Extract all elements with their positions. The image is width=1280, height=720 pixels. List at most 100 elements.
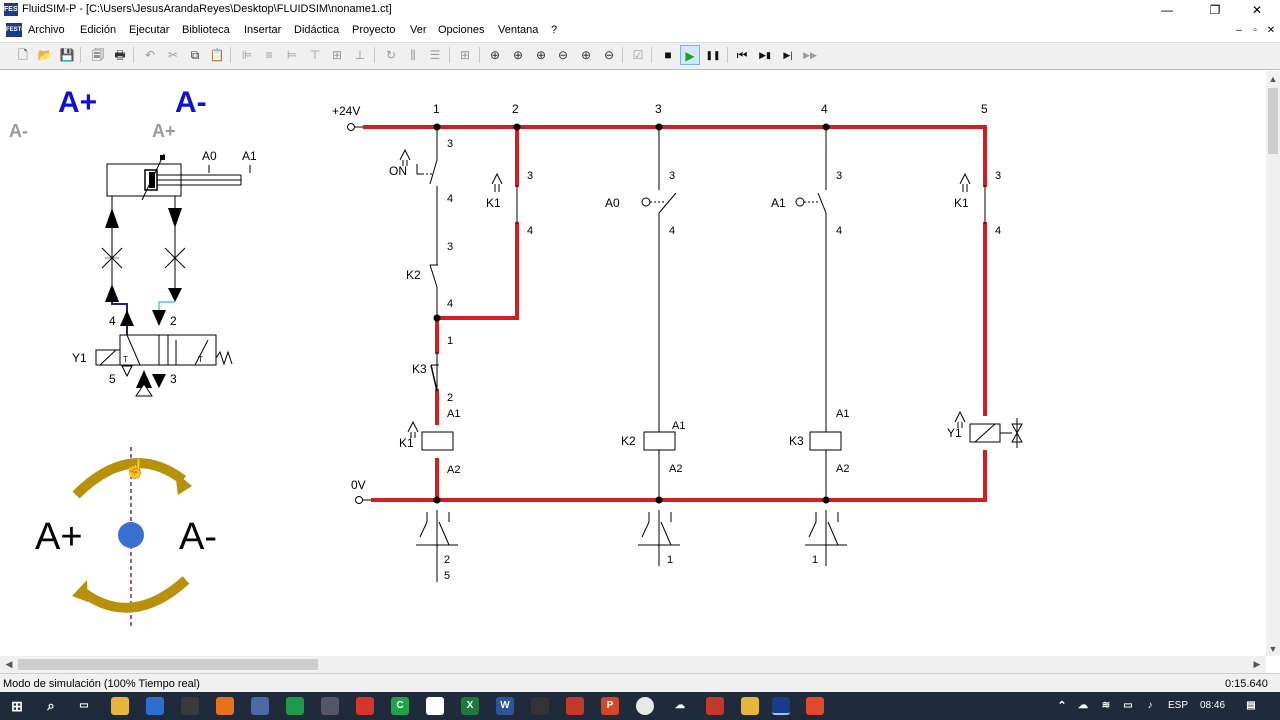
app-icon[interactable] [321,697,339,715]
onedrive-icon[interactable]: ☁ [1074,697,1092,715]
menu-ejecutar[interactable]: Ejecutar [129,24,169,36]
cut-icon[interactable]: ✂ [163,45,183,65]
vertical-scrollbar[interactable] [1266,71,1280,656]
tray-chevron-icon[interactable]: ⌃ [1053,697,1071,715]
save-icon[interactable]: 💾 [57,45,77,65]
distribute-v-icon[interactable]: ☰ [425,45,445,65]
app-icon[interactable] [181,697,199,715]
print-preview-icon[interactable]: 🗐 [88,45,108,65]
double-acting-cylinder[interactable] [106,153,242,201]
menu-didactica[interactable]: Didáctica [294,24,339,36]
relay-coil-k2[interactable] [643,431,676,451]
vertical-scroll-thumb[interactable] [1268,88,1278,154]
start-icon[interactable]: ⊞ [8,697,26,715]
relay-coil-k3[interactable] [809,431,842,451]
menu-ver[interactable]: Ver [410,24,427,36]
app-icon[interactable] [286,697,304,715]
scroll-down-icon[interactable]: ▼ [1266,644,1280,654]
vlc-icon[interactable] [216,697,234,715]
search-icon[interactable]: ⌕ [42,697,60,715]
menu-opciones[interactable]: Opciones [438,24,484,36]
align-middle-icon[interactable]: ⊞ [327,45,347,65]
check-icon[interactable]: ☑ [628,45,648,65]
step-icon[interactable]: ▶▮ [755,45,775,65]
align-center-icon[interactable]: ≡ [259,45,279,65]
scroll-up-icon[interactable]: ▲ [1266,74,1280,84]
paste-icon[interactable]: 📋 [207,45,227,65]
close-button[interactable]: ✕ [1234,0,1280,20]
app-icon[interactable] [531,697,549,715]
zoom-original-icon[interactable]: ⊕ [485,45,505,65]
fast-forward-icon[interactable]: ▶▶ [800,45,820,65]
contact-k1-normally-open[interactable] [491,172,503,192]
fluidsim-taskbar-icon[interactable] [772,697,790,715]
menu-help[interactable]: ? [551,24,557,36]
menu-edicion[interactable]: Edición [80,24,116,36]
task-view-icon[interactable]: ▭ [75,697,93,715]
copy-icon[interactable]: ⧉ [185,45,205,65]
cloud-icon[interactable]: ☁ [671,697,689,715]
zoom-all-icon[interactable]: ⊕ [531,45,551,65]
align-left-icon[interactable]: ⊫ [237,45,257,65]
distribute-h-icon[interactable]: ⫼ [403,45,423,65]
rotate-icon[interactable]: ↻ [381,45,401,65]
language-indicator[interactable]: ESP [1168,700,1188,711]
menu-biblioteca[interactable]: Biblioteca [182,24,230,36]
minimize-button[interactable]: — [1144,0,1190,20]
directional-valve-5-2[interactable]: T T [95,334,233,366]
align-top-icon[interactable]: ⊤ [305,45,325,65]
reset-icon[interactable]: ⏮ [732,45,752,65]
menu-insertar[interactable]: Insertar [244,24,281,36]
file-explorer-icon[interactable] [111,697,129,715]
volume-icon[interactable]: ♪ [1141,697,1159,715]
contact-k3-normally-closed[interactable] [430,364,439,392]
app-icon[interactable] [566,697,584,715]
document-logo-icon[interactable]: FESTO [6,23,26,37]
chrome-icon[interactable] [636,697,654,715]
zoom-previous-icon[interactable]: ⊖ [553,45,573,65]
battery-icon[interactable]: ▭ [1119,697,1137,715]
contact-k2-normally-closed[interactable] [429,264,438,288]
grid-icon[interactable]: ⊞ [455,45,475,65]
notifications-icon[interactable]: ▤ [1242,697,1260,715]
excel-icon[interactable]: X [461,697,479,715]
scroll-right-icon[interactable]: ▶ [1250,659,1264,670]
app-icon[interactable] [806,697,824,715]
app-icon[interactable] [426,697,444,715]
horizontal-scroll-thumb[interactable] [18,659,318,670]
new-icon[interactable]: 🗋 [13,45,33,65]
solenoid-coil-y1[interactable] [954,410,1023,448]
play-icon[interactable]: ▶ [680,45,700,65]
mdi-close-button[interactable]: ✕ [1262,24,1280,38]
scroll-left-icon[interactable]: ◀ [2,659,16,670]
wifi-icon[interactable]: ≋ [1097,697,1115,715]
taskbar-clock[interactable]: 08:46 [1200,700,1225,711]
circuit-diagram[interactable]: A+ A- A- A+ A0 A1 4 2 T T Y1 5 3 A+ A- ☝… [0,71,1266,656]
align-bottom-icon[interactable]: ⊥ [350,45,370,65]
contact-k1-rail5[interactable] [959,172,971,192]
app-icon[interactable] [356,697,374,715]
undo-icon[interactable]: ↶ [140,45,160,65]
open-icon[interactable]: 📂 [35,45,55,65]
print-icon[interactable]: 🖶 [110,45,130,65]
camtasia-icon[interactable]: C [391,697,409,715]
word-icon[interactable]: W [496,697,514,715]
menu-ventana[interactable]: Ventana [498,24,538,36]
limit-switch-a1[interactable] [795,192,827,214]
zoom-window-icon[interactable]: ⊕ [508,45,528,65]
menu-archivo[interactable]: Archivo [28,24,65,36]
relay-coil-k1[interactable] [407,420,454,451]
app-icon[interactable] [741,697,759,715]
pause-icon[interactable]: ❚❚ [703,45,723,65]
restore-button[interactable]: ❐ [1192,0,1238,20]
mail-icon[interactable] [146,697,164,715]
powerpoint-icon[interactable]: P [601,697,619,715]
align-right-icon[interactable]: ⊨ [282,45,302,65]
limit-switch-a0[interactable] [641,192,677,214]
step-to-end-icon[interactable]: ▶| [778,45,798,65]
app-icon[interactable] [251,697,269,715]
app-icon[interactable] [706,697,724,715]
stop-icon[interactable]: ■ [658,45,678,65]
zoom-out-icon[interactable]: ⊖ [599,45,619,65]
zoom-in-icon[interactable]: ⊕ [576,45,596,65]
